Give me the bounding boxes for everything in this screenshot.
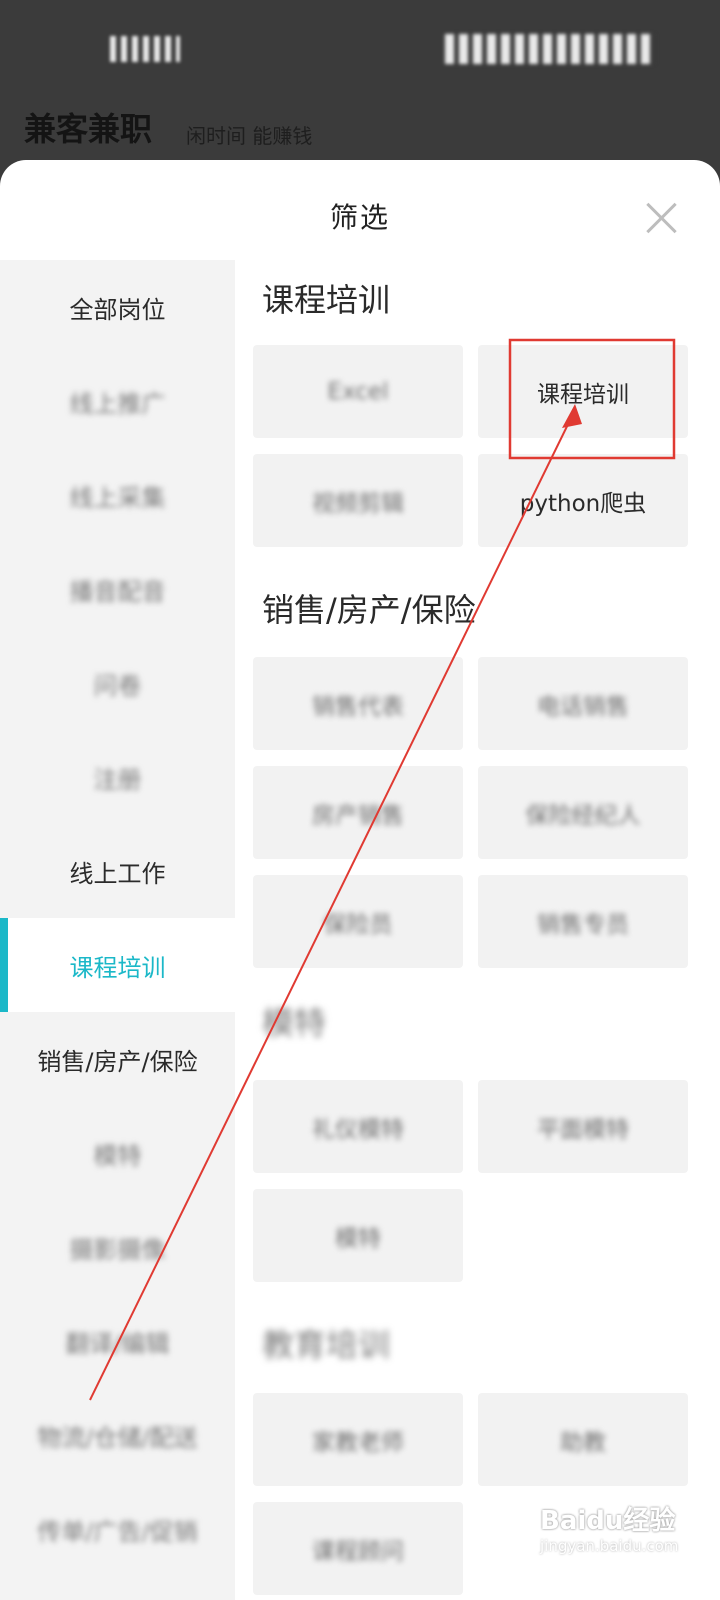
sidebar-item[interactable]: 线上推广: [0, 354, 235, 448]
sidebar-item-label: 问卷: [93, 671, 142, 700]
filter-chip-label: python爬虫: [519, 490, 647, 517]
filter-chip-label: 视频剪辑: [312, 490, 404, 517]
filter-chip-label: 模特: [335, 1225, 381, 1252]
status-icons: [445, 34, 655, 64]
filter-chip-label: 电话销售: [537, 693, 629, 720]
app-header: 兼客兼职 闲时间 能赚钱: [0, 90, 720, 170]
filter-chip[interactable]: 视频剪辑: [253, 454, 463, 547]
close-icon[interactable]: [640, 196, 684, 240]
filter-chip-label: 礼仪模特: [312, 1116, 404, 1143]
filter-chip[interactable]: 模特: [253, 1189, 463, 1282]
filter-chip-label: 销售专员: [537, 911, 629, 938]
sidebar-item-label: 播音配音: [69, 577, 166, 606]
filter-chip-label: 助教: [560, 1429, 606, 1456]
sidebar-item-label: 模特: [93, 1141, 142, 1170]
sidebar-item-label: 课程培训: [69, 953, 166, 982]
filter-chip[interactable]: python爬虫: [478, 454, 688, 547]
filter-chip[interactable]: 销售代表: [253, 657, 463, 750]
sidebar-item[interactable]: 线上工作: [0, 824, 235, 918]
status-bar: [0, 0, 720, 90]
filter-chip[interactable]: 销售专员: [478, 875, 688, 968]
filter-chip[interactable]: Excel: [253, 345, 463, 438]
filter-chip[interactable]: 课程顾问: [253, 1502, 463, 1595]
category-sidebar: 全部岗位线上推广线上采集播音配音问卷注册线上工作课程培训销售/房产/保险 模特摄影…: [0, 260, 235, 1600]
sidebar-item-label: 线上采集: [69, 483, 166, 512]
filter-chip[interactable]: 保险员: [253, 875, 463, 968]
filter-sheet: 筛选 全部岗位 线上推广 线上采集 播音配音 问卷 注册 线上工作 课程培训 销售/房产/保险模…: [0, 160, 720, 1600]
watermark-text: Baidu经验: [540, 1506, 676, 1536]
sidebar-item[interactable]: 线上采集: [0, 448, 235, 542]
sidebar-item[interactable]: 传单/广告/促销: [0, 1482, 235, 1576]
sidebar-item-label: 摄影摄像: [69, 1235, 166, 1264]
sidebar-item[interactable]: 全部岗位: [0, 260, 235, 354]
filter-chip[interactable]: 电话销售: [478, 657, 688, 750]
filter-chip-label: Excel: [327, 378, 389, 405]
sidebar-item[interactable]: 翻译/编辑: [0, 1294, 235, 1388]
section-title: 销售/房产/保险: [262, 591, 476, 629]
filter-chip-label: 平面模特: [537, 1116, 629, 1143]
sidebar-item[interactable]: 摄影摄像: [0, 1200, 235, 1294]
filter-chip[interactable]: 助教: [478, 1393, 688, 1486]
sidebar-item-label: 翻译/编辑: [65, 1329, 170, 1358]
sheet-title: 筛选: [329, 201, 390, 234]
app-title: 兼客兼职: [24, 110, 153, 148]
watermark-url: jingyan.baidu.com: [540, 1537, 679, 1555]
watermark-logo: Baidu经验 jingyan.baidu.com: [540, 1500, 700, 1590]
filter-chip-label: 保险经纪人: [525, 802, 641, 829]
sidebar-item-label: 线上推广: [69, 389, 166, 418]
filter-chip-label: 房产销售: [312, 802, 404, 829]
sidebar-item[interactable]: 注册: [0, 730, 235, 824]
filter-chip[interactable]: 房产销售: [253, 766, 463, 859]
sidebar-item[interactable]: 模特: [0, 1106, 235, 1200]
filter-chip[interactable]: 家教老师: [253, 1393, 463, 1486]
filter-chip[interactable]: 礼仪模特: [253, 1080, 463, 1173]
filter-chip[interactable]: 保险经纪人: [478, 766, 688, 859]
section-title: 教育培训: [262, 1326, 391, 1364]
sidebar-item-label: 线上工作: [69, 859, 166, 888]
filter-chip-label: 课程顾问: [312, 1538, 404, 1565]
filter-chip[interactable]: 课程培训: [478, 345, 688, 438]
sidebar-item[interactable]: 物流/仓储/配送: [0, 1388, 235, 1482]
filter-chip-label: 家教老师: [312, 1429, 404, 1456]
filter-chip-label: 课程培训: [537, 381, 629, 408]
section-title: 模特: [262, 1004, 327, 1042]
status-time: [110, 36, 180, 62]
sidebar-item[interactable]: 播音配音: [0, 542, 235, 636]
sidebar-item-label: 注册: [93, 765, 142, 794]
sidebar-item[interactable]: 销售/房产/保险: [0, 1012, 235, 1106]
sidebar-item-label: 全部岗位: [69, 295, 166, 324]
app-slogan: 闲时间 能赚钱: [186, 124, 313, 148]
sidebar-item-label: 销售/房产/保险: [37, 1047, 198, 1076]
filter-chip-label: 保险员: [323, 911, 393, 938]
section-title: 课程培训: [262, 281, 391, 319]
sidebar-item[interactable]: 课程培训: [0, 918, 235, 1012]
sidebar-item-label: 物流/仓储/配送: [37, 1423, 198, 1452]
sidebar-item-label: 传单/广告/促销: [37, 1517, 198, 1546]
sidebar-item[interactable]: 问卷: [0, 636, 235, 730]
filter-chip[interactable]: 平面模特: [478, 1080, 688, 1173]
filter-chip-label: 销售代表: [312, 693, 404, 720]
